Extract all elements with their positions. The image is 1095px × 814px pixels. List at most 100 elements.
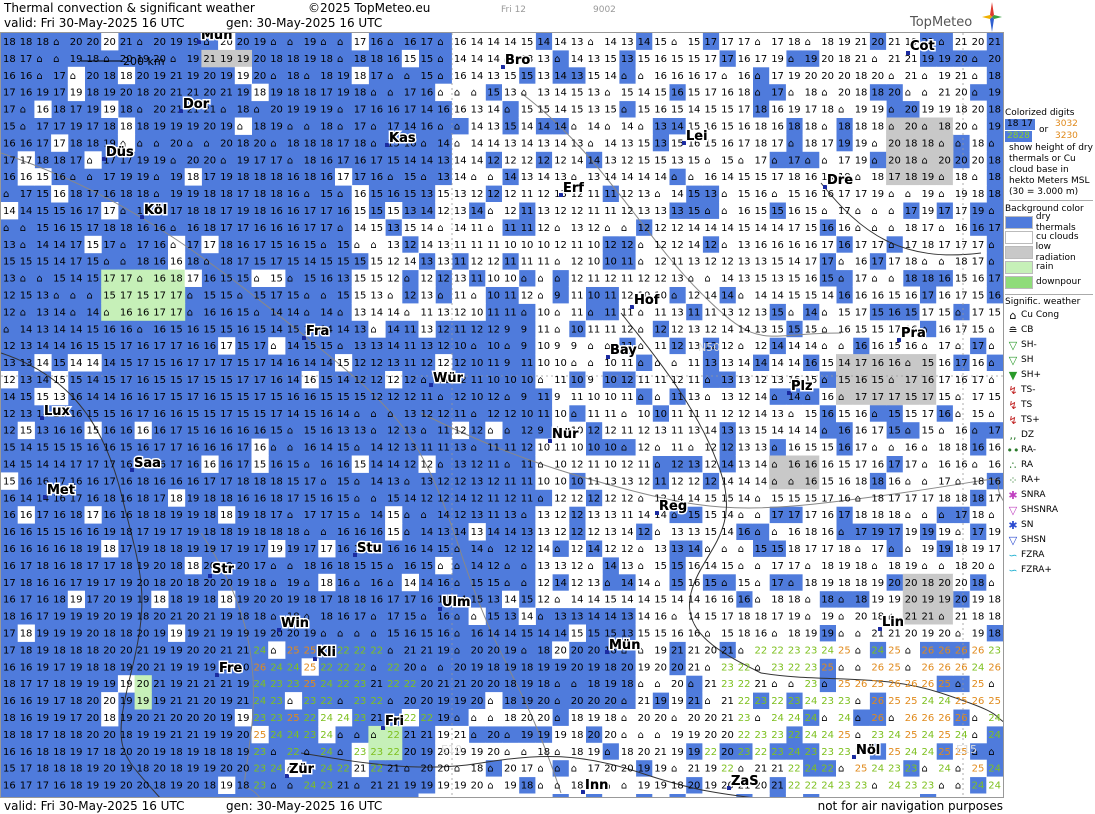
svg-text:20: 20 (87, 713, 100, 724)
svg-text:16: 16 (87, 527, 100, 538)
cu-cong-icon: ⌂ (487, 713, 493, 724)
city-label[interactable]: Erf (563, 181, 584, 196)
city-label[interactable]: Lin (882, 615, 904, 630)
svg-text:12: 12 (554, 493, 567, 504)
cu-cong-icon: ⌂ (588, 37, 594, 48)
city-label[interactable]: Plz (791, 379, 813, 394)
svg-text:17: 17 (53, 71, 66, 82)
svg-text:21: 21 (688, 645, 701, 656)
legend-sample-4: 3230 (1055, 131, 1078, 141)
weather-map[interactable]: 18 18 18 ⌂ 20 20 20 21 ⌂ 20 19 19 ⌂ 20 20 19 ⌂ ⌂ 19 ⌂ ⌂ 17 16 ⌂… (0, 32, 1004, 798)
city-label[interactable]: Reg (659, 499, 687, 514)
city-label[interactable]: Bay (610, 343, 637, 358)
svg-text:15: 15 (604, 595, 617, 606)
svg-text:20: 20 (170, 798, 183, 799)
svg-text:20: 20 (137, 713, 150, 724)
cu-cong-icon: ⌂ (588, 138, 594, 149)
city-label[interactable]: Dre (827, 173, 853, 188)
city-label[interactable]: Hof (634, 293, 660, 308)
svg-text:20: 20 (871, 71, 884, 82)
city-label[interactable]: Düs (106, 145, 134, 160)
svg-text:17: 17 (270, 155, 283, 166)
city-label[interactable]: Saa (134, 456, 161, 471)
city-label[interactable]: Mün (609, 638, 640, 653)
city-label[interactable]: Inn (585, 778, 608, 793)
svg-text:13: 13 (588, 54, 601, 65)
city-label[interactable]: Stu (357, 541, 382, 556)
city-label[interactable]: Wür (433, 371, 464, 386)
city-label[interactable]: Ulm (442, 595, 471, 610)
svg-text:16: 16 (36, 595, 49, 606)
svg-text:18: 18 (905, 172, 918, 183)
city-label[interactable]: Zür (289, 762, 315, 777)
cu-cong-icon: ⌂ (237, 122, 243, 133)
city-label[interactable]: Cot (910, 39, 935, 54)
city-label[interactable]: Win (281, 616, 309, 631)
svg-text:19: 19 (654, 696, 667, 707)
cu-cong-icon: ⌂ (203, 257, 209, 268)
city-label[interactable]: Str (212, 562, 235, 577)
svg-text:20: 20 (855, 612, 868, 623)
cu-cong-icon: ⌂ (972, 426, 978, 437)
legend-bg-item: low radiation (1005, 242, 1093, 263)
svg-text:20: 20 (170, 713, 183, 724)
svg-text:11: 11 (487, 510, 500, 521)
svg-text:18: 18 (855, 561, 868, 572)
city-label[interactable]: Mün (201, 33, 232, 43)
svg-text:20: 20 (955, 155, 968, 166)
svg-text:22: 22 (370, 645, 383, 656)
svg-text:14: 14 (53, 257, 66, 268)
svg-text:17: 17 (955, 291, 968, 302)
svg-text:19: 19 (203, 662, 216, 673)
cu-cong-icon: ⌂ (53, 54, 59, 65)
city-label[interactable]: Nöl (856, 743, 880, 758)
city-label[interactable]: Fre (219, 661, 242, 676)
svg-text:17: 17 (838, 510, 851, 521)
svg-text:16: 16 (153, 240, 166, 251)
svg-text:16: 16 (370, 172, 383, 183)
city-label[interactable]: Fri (385, 714, 404, 729)
svg-text:15: 15 (704, 578, 717, 589)
city-label[interactable]: Kas (389, 131, 416, 146)
city-label[interactable]: Nür (552, 427, 579, 442)
svg-text:17: 17 (3, 645, 16, 656)
city-label[interactable]: Kli (317, 645, 336, 660)
svg-text:16: 16 (454, 105, 467, 116)
svg-text:18: 18 (788, 629, 801, 640)
svg-text:12: 12 (671, 341, 684, 352)
cu-cong-icon: ⌂ (905, 88, 911, 99)
svg-text:20: 20 (972, 155, 985, 166)
city-label[interactable]: Köl (144, 203, 167, 218)
cu-cong-icon: ⌂ (838, 105, 844, 116)
city-label[interactable]: Dor (183, 97, 210, 112)
svg-text:15: 15 (654, 155, 667, 166)
svg-text:19: 19 (36, 713, 49, 724)
svg-text:18: 18 (270, 493, 283, 504)
cu-cong-icon: ⌂ (955, 527, 961, 538)
city-label[interactable]: Lux (44, 404, 71, 419)
svg-text:18: 18 (36, 155, 49, 166)
svg-text:21: 21 (237, 645, 250, 656)
city-label[interactable]: Met (47, 483, 75, 498)
svg-text:21: 21 (938, 88, 951, 99)
svg-text:16: 16 (855, 375, 868, 386)
svg-text:16: 16 (20, 544, 33, 555)
cu-cong-icon: ⌂ (788, 88, 794, 99)
cu-cong-icon: ⌂ (421, 426, 427, 437)
svg-text:21: 21 (922, 612, 935, 623)
city-label[interactable]: Lei (686, 129, 708, 144)
city-label[interactable]: ZaS (731, 774, 759, 789)
svg-text:14: 14 (370, 476, 383, 487)
svg-text:20: 20 (972, 105, 985, 116)
svg-text:25: 25 (838, 730, 851, 741)
city-label[interactable]: Bro (505, 53, 530, 68)
cu-cong-icon: ⌂ (638, 324, 644, 335)
city-label[interactable]: Fra (306, 324, 329, 339)
svg-text:13: 13 (487, 595, 500, 606)
svg-text:13: 13 (487, 71, 500, 82)
svg-text:14: 14 (721, 291, 734, 302)
svg-text:16: 16 (871, 358, 884, 369)
svg-text:15: 15 (87, 409, 100, 420)
city-label[interactable]: Pra (901, 326, 926, 341)
svg-text:22: 22 (755, 645, 768, 656)
